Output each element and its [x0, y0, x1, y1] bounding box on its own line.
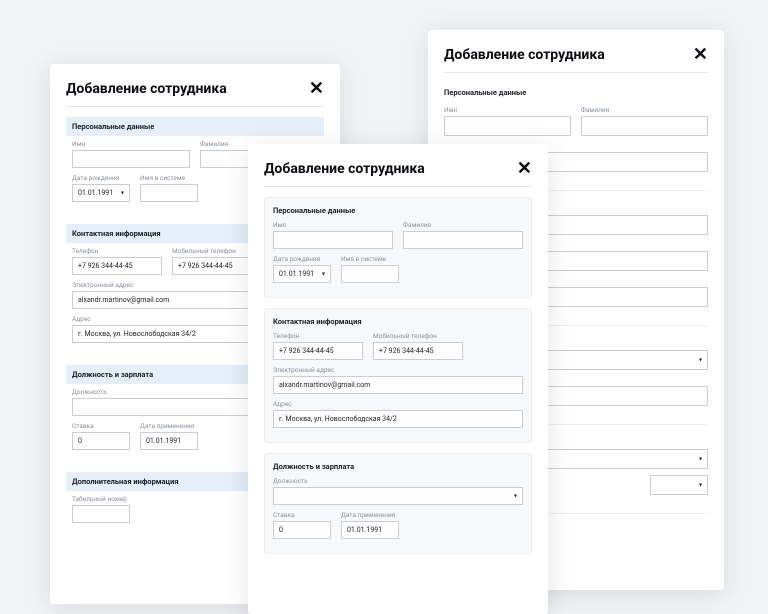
extra-select-2[interactable]: ▾ — [650, 475, 708, 495]
first-name-input[interactable] — [72, 150, 190, 168]
birth-date-select[interactable]: 01.01.1991▾ — [72, 184, 130, 202]
section-contact: Контактная информация Телефон +7 926 344… — [264, 308, 532, 443]
apply-date-input[interactable]: 01.01.1991 — [140, 432, 198, 450]
section-title-position: Должность и зарплата — [273, 460, 523, 477]
modal-header: Добавление сотрудника ✕ — [66, 80, 324, 107]
section-title-personal: Персональные данные — [66, 117, 324, 136]
first-name-input[interactable] — [444, 116, 571, 136]
job-title-select[interactable]: ▾ — [273, 487, 523, 505]
phone-input[interactable]: +7 926 344-44-45 — [72, 257, 162, 275]
chevron-down-icon: ▾ — [322, 271, 325, 278]
system-name-input[interactable] — [341, 265, 399, 283]
modal-title: Добавление сотрудника — [264, 161, 425, 177]
label-first-name: Имя — [273, 221, 393, 229]
birth-date-select[interactable]: 01.01.1991▾ — [273, 265, 331, 283]
label-rate: Ставка — [273, 511, 331, 519]
add-employee-modal-variant-b: Добавление сотрудника ✕ Персональные дан… — [248, 144, 548, 614]
label-system-name: Имя в системе — [341, 255, 399, 263]
email-input[interactable]: alxandr.martinov@gmail.com — [273, 376, 523, 394]
label-phone: Телефон — [72, 247, 162, 255]
chevron-down-icon: ▾ — [699, 482, 702, 489]
label-address: Адрес — [273, 400, 523, 408]
close-icon[interactable]: ✕ — [693, 46, 708, 64]
label-apply-date: Дата применения — [140, 422, 198, 430]
label-birth-date: Дата рождения — [273, 255, 331, 263]
section-position: Должность и зарплата Должность ▾ Ставка … — [264, 453, 532, 554]
label-rate: Ставка — [72, 422, 130, 430]
modal-header: Добавление сотрудника ✕ — [264, 160, 532, 187]
rate-input[interactable]: 0 — [273, 521, 331, 539]
label-birth-date: Дата рождения — [72, 174, 130, 182]
address-input[interactable]: г. Москва, ул. Новослободская 34/2 — [273, 410, 523, 428]
rate-input[interactable]: 0 — [72, 432, 130, 450]
tab-number-input[interactable] — [72, 505, 130, 523]
section-title-personal: Персональные данные — [273, 204, 523, 221]
label-last-name: Фамилия — [581, 106, 708, 114]
chevron-down-icon: ▾ — [699, 357, 702, 364]
label-job-title: Должность — [273, 477, 523, 485]
section-personal: Персональные данные Имя Фамилия Дата рож… — [264, 197, 532, 298]
label-apply-date: Дата применения — [341, 511, 399, 519]
last-name-input[interactable] — [403, 231, 523, 249]
modal-title: Добавление сотрудника — [444, 47, 605, 63]
label-system-name: Имя в системе — [140, 174, 198, 182]
chevron-down-icon: ▾ — [121, 190, 124, 197]
chevron-down-icon: ▾ — [699, 456, 702, 463]
mobile-input[interactable]: +7 926 344-44-45 — [373, 342, 463, 360]
close-icon[interactable]: ✕ — [309, 80, 324, 98]
chevron-down-icon: ▾ — [514, 493, 517, 500]
label-first-name: Имя — [444, 106, 571, 114]
close-icon[interactable]: ✕ — [517, 160, 532, 178]
label-first-name: Имя — [72, 140, 190, 148]
phone-input[interactable]: +7 926 344-44-45 — [273, 342, 363, 360]
modal-header: Добавление сотрудника ✕ — [444, 46, 708, 73]
label-mobile: Мобильный телефон — [373, 332, 463, 340]
section-title-contact: Контактная информация — [273, 315, 523, 332]
apply-date-input[interactable]: 01.01.1991 — [341, 521, 399, 539]
label-phone: Телефон — [273, 332, 363, 340]
first-name-input[interactable] — [273, 231, 393, 249]
label-last-name: Фамилия — [403, 221, 523, 229]
modal-title: Добавление сотрудника — [66, 81, 227, 97]
label-tab-number: Табельный номер — [72, 495, 130, 503]
section-title-personal: Персональные данные — [444, 83, 708, 102]
system-name-input[interactable] — [140, 184, 198, 202]
last-name-input[interactable] — [581, 116, 708, 136]
label-email: Электронный адрес — [273, 366, 523, 374]
